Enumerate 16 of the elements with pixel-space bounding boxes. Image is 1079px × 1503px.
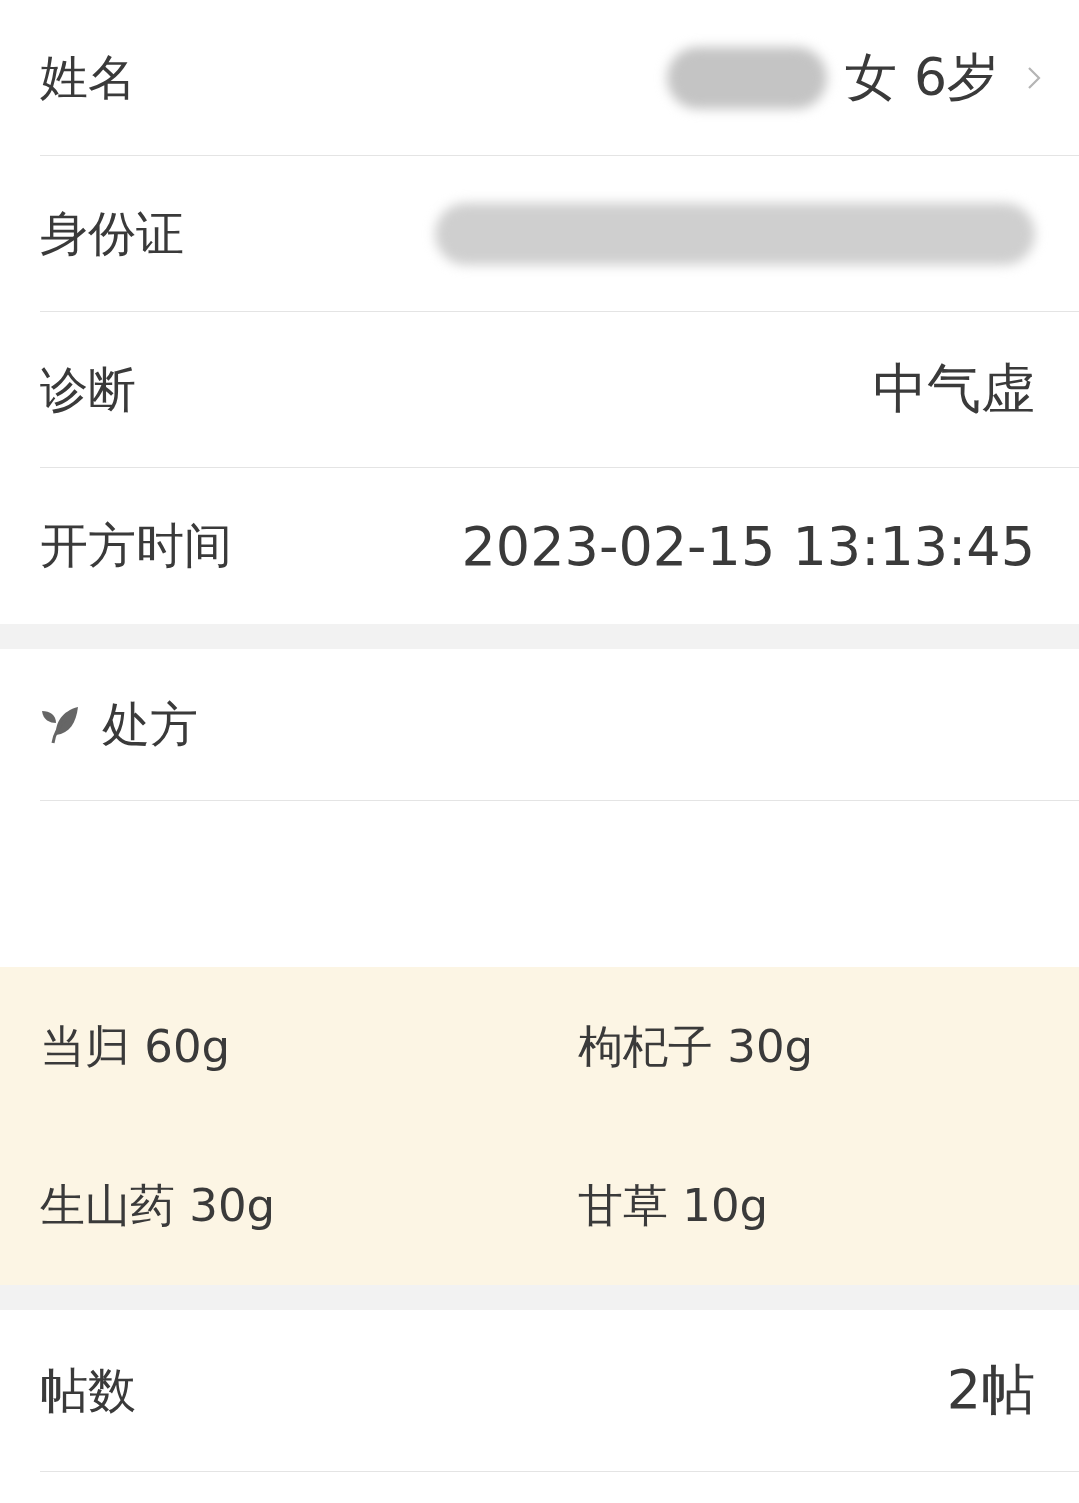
- field-label: 诊断: [40, 359, 136, 419]
- herb-dose: 枸杞子 30g: [578, 1018, 814, 1075]
- herb-dose: 生山药 30g: [40, 1177, 276, 1234]
- field-label: 身份证: [40, 203, 184, 263]
- leaf-icon: [40, 704, 80, 745]
- field-label: 姓名: [40, 47, 136, 107]
- section-title: 处方: [102, 694, 198, 754]
- field-label: 帖数: [40, 1360, 136, 1420]
- herb-dose: 甘草 10g: [578, 1177, 769, 1234]
- field-value: 女 6岁: [845, 45, 999, 109]
- field-value: 中气虚: [873, 356, 1035, 422]
- field-value: 2023-02-15 13:13:45: [461, 514, 1035, 578]
- chevron-right-icon[interactable]: [1027, 65, 1041, 90]
- herb-dose: 当归 60g: [40, 1018, 231, 1075]
- field-value: 2帖: [946, 1357, 1035, 1423]
- field-label: 开方时间: [40, 516, 232, 575]
